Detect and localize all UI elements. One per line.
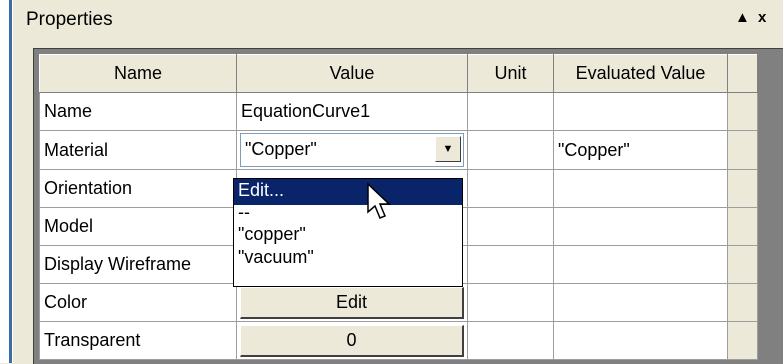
property-evaluated-cell — [553, 169, 728, 208]
property-name: Display Wireframe — [39, 245, 237, 284]
property-unit-cell[interactable] — [467, 130, 554, 170]
property-evaluated-cell — [553, 283, 728, 322]
material-combobox[interactable]: "Copper" ▼ — [240, 133, 464, 167]
property-value-cell: 0 — [236, 321, 468, 360]
property-evaluated-cell: "Copper" — [553, 130, 728, 170]
property-value-cell[interactable]: EquationCurve1 — [236, 92, 468, 131]
left-edge — [0, 0, 13, 363]
close-icon[interactable]: x — [758, 9, 766, 26]
mouse-cursor-icon — [367, 182, 391, 219]
property-name: Model — [39, 207, 237, 246]
property-name: Color — [39, 283, 237, 322]
property-evaluated-cell — [553, 207, 728, 246]
property-unit-cell[interactable] — [467, 207, 554, 246]
property-name: Orientation — [39, 169, 237, 208]
property-unit-cell[interactable] — [467, 245, 554, 284]
column-header-evaluated-value[interactable]: Evaluated Value — [553, 54, 728, 93]
property-unit-cell[interactable] — [467, 283, 554, 322]
table-row: Transparent 0 — [39, 321, 758, 360]
pin-icon[interactable]: ▲ — [735, 9, 750, 26]
color-edit-button[interactable]: Edit — [240, 286, 464, 319]
property-unit-cell[interactable] — [467, 321, 554, 360]
table-row: Name EquationCurve1 — [39, 92, 758, 131]
property-evaluated-cell — [553, 321, 728, 360]
column-header-extra — [727, 54, 758, 93]
property-value-cell: "Copper" ▼ — [236, 130, 468, 170]
material-dropdown-list: Edit... -- "copper" "vacuum" — [233, 178, 463, 287]
panel-titlebar: Properties ▲ x — [13, 0, 783, 38]
table-row: Color Edit — [39, 283, 758, 322]
dropdown-option-separator[interactable]: -- — [234, 203, 462, 223]
property-value-cell: Edit — [236, 283, 468, 322]
column-header-unit[interactable]: Unit — [467, 54, 554, 93]
column-header-name[interactable]: Name — [39, 54, 237, 93]
dropdown-option-vacuum[interactable]: "vacuum" — [234, 246, 462, 269]
property-name: Material — [39, 130, 237, 170]
dropdown-arrow-icon[interactable]: ▼ — [435, 136, 461, 162]
dropdown-option-copper[interactable]: "copper" — [234, 223, 462, 246]
header-row: Name Value Unit Evaluated Value — [39, 54, 758, 93]
property-unit-cell[interactable] — [467, 92, 554, 131]
transparent-value-button[interactable]: 0 — [240, 324, 464, 357]
column-header-value[interactable]: Value — [236, 54, 468, 93]
panel-title: Properties — [26, 9, 113, 30]
dropdown-option-edit[interactable]: Edit... — [234, 179, 462, 205]
property-evaluated-cell — [553, 92, 728, 131]
property-name: Name — [39, 92, 237, 131]
material-combobox-value: "Copper" — [245, 139, 317, 159]
table-row: Material "Copper" ▼ "Copper" — [39, 130, 758, 170]
property-evaluated-cell — [553, 245, 728, 284]
property-name: Transparent — [39, 321, 237, 360]
property-unit-cell[interactable] — [467, 169, 554, 208]
